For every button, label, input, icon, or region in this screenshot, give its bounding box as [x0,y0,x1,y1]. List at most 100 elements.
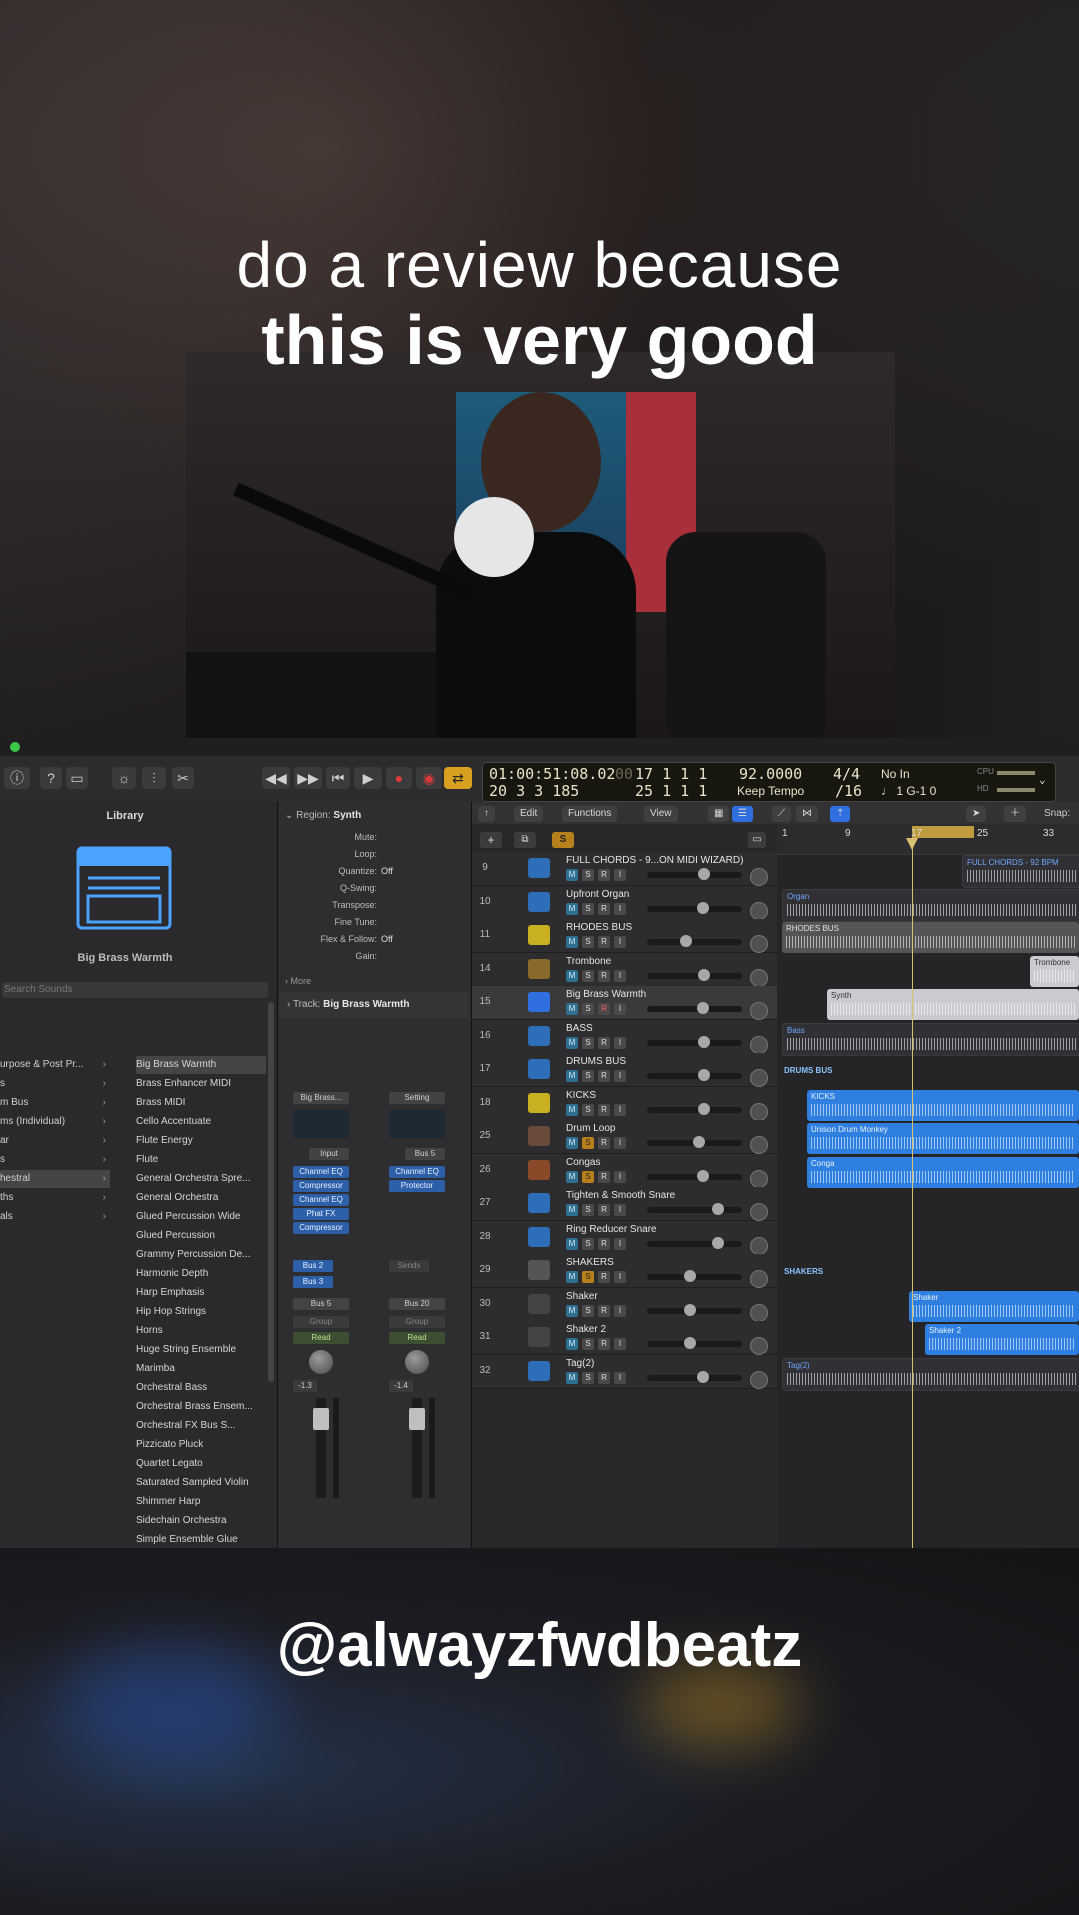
solo-button[interactable]: S [582,1237,594,1250]
record-enable-button[interactable]: R [598,1036,610,1049]
library-patch-item[interactable]: Cello Accentuate [136,1113,266,1131]
input-monitor-button[interactable]: I [614,1103,626,1116]
volume-fader[interactable] [313,1408,329,1430]
mute-button[interactable]: M [566,1237,578,1250]
inspector-row[interactable]: Fine Tune: [279,917,469,933]
track-header-row[interactable]: 18 KICKS M S R I [472,1086,777,1121]
mute-button[interactable]: M [566,936,578,948]
library-patch-item[interactable]: Simple Ensemble Glue [136,1531,266,1548]
arrange-region[interactable]: Shaker [909,1290,1079,1322]
functions-menu[interactable]: Functions [562,806,618,822]
track-pan-knob[interactable] [750,1236,768,1255]
track-name[interactable]: RHODES BUS [566,922,632,933]
duplicate-track-icon[interactable]: ⧉ [514,832,536,848]
track-name[interactable]: Tag(2) [566,1358,594,1369]
plugin-slot[interactable]: Channel EQ [293,1194,349,1206]
arrange-region[interactable]: RHODES BUS [782,922,1079,953]
playhead[interactable] [912,844,913,1548]
solo-button[interactable]: S [582,1070,594,1082]
grid-view-icon[interactable]: ▦ [708,806,730,822]
track-icon[interactable] [528,1293,550,1314]
mute-button[interactable]: M [566,1137,578,1149]
library-patch-item[interactable]: Brass Enhancer MIDI [136,1075,266,1093]
solo-button[interactable]: S [582,1338,594,1350]
view-menu[interactable]: View [644,806,678,822]
track-name[interactable]: Drum Loop [566,1123,615,1134]
flex-icon[interactable]: ⋈ [796,806,818,822]
capture-record-icon[interactable]: ◉ [416,767,442,789]
track-volume-slider[interactable] [647,1236,742,1249]
track-header-row[interactable]: 25 Drum Loop M S R I [472,1120,777,1154]
track-icon[interactable] [528,925,550,945]
setting-button[interactable]: Setting [389,1092,445,1104]
pointer-tool-icon[interactable]: ➤ [966,806,987,822]
library-category[interactable]: hestral › [0,1170,110,1188]
inspector-row[interactable]: Gain: [279,951,469,967]
mute-button[interactable]: M [566,1036,578,1049]
input-monitor-button[interactable]: I [614,936,626,948]
track-name[interactable]: Trombone [566,956,611,967]
input-monitor-button[interactable]: I [614,869,626,881]
lcd-display[interactable]: 01:00:51:08.02 00 17 1 1 1 20 3 3 185 25… [482,762,1056,802]
automation-mode[interactable]: Read [389,1332,445,1344]
track-icon[interactable] [528,958,550,979]
library-patch-item[interactable]: Harmonic Depth [136,1265,266,1283]
bar-ruler[interactable]: 1 9 17 25 33 [777,824,1079,855]
track-volume-slider[interactable] [647,1002,742,1014]
help-icon[interactable]: ? [40,767,62,789]
mute-button[interactable]: M [566,1271,578,1283]
track-volume-knob[interactable] [684,1270,696,1282]
library-patch-item[interactable]: Flute Energy [136,1132,266,1150]
track-name[interactable]: FULL CHORDS - 9...ON MIDI WIZARD) [566,855,743,866]
send-bus-3[interactable]: Bus 3 [293,1276,333,1288]
record-enable-button[interactable]: R [598,1271,610,1283]
library-category[interactable]: s › [0,1075,110,1093]
track-pan-knob[interactable] [750,1069,768,1087]
global-solo-button[interactable]: S [552,832,574,848]
track-volume-knob[interactable] [698,1102,710,1115]
arrange-region[interactable]: Trombone [1030,955,1079,987]
library-patch-item[interactable]: Sidechain Orchestra [136,1512,266,1530]
editor-icon[interactable]: ▭ [66,767,88,789]
solo-button[interactable]: S [582,1137,594,1149]
track-volume-slider[interactable] [647,1069,742,1081]
input-monitor-button[interactable]: I [614,1338,626,1350]
track-pan-knob[interactable] [750,868,768,886]
add-track-button[interactable]: + [480,832,502,848]
track-icon[interactable] [528,1059,550,1079]
mute-button[interactable]: M [566,969,578,982]
pan-knob[interactable] [309,1350,333,1374]
library-patch-item[interactable]: Pizzicato Pluck [136,1436,266,1454]
compressor-thumbnail[interactable] [389,1110,445,1138]
track-header-row[interactable]: 16 BASS M S R I [472,1019,777,1054]
record-enable-button[interactable]: R [598,1137,610,1149]
library-patch-item[interactable]: Shimmer Harp [136,1493,266,1511]
brightness-icon[interactable]: ☼ [112,767,136,789]
track-volume-slider[interactable] [647,901,742,914]
input-monitor-button[interactable]: I [614,1304,626,1317]
track-name[interactable]: Shaker 2 [566,1324,606,1335]
library-patch-item[interactable]: Brass MIDI [136,1094,266,1112]
track-icon[interactable] [528,1126,550,1146]
track-pan-knob[interactable] [750,1337,768,1355]
track-name[interactable]: Congas [566,1157,600,1168]
record-enable-button[interactable]: R [598,936,610,948]
input-slot[interactable]: Bus 5 [405,1148,445,1160]
plugin-slot[interactable]: Protector [389,1180,445,1192]
track-pan-knob[interactable] [750,1370,768,1389]
record-enable-button[interactable]: R [598,1103,610,1116]
arrange-region[interactable]: Synth [827,989,1079,1020]
track-volume-knob[interactable] [712,1203,724,1215]
track-name[interactable]: Shaker [566,1291,598,1302]
solo-button[interactable]: S [582,969,594,982]
input-monitor-button[interactable]: I [614,902,626,915]
track-pan-knob[interactable] [750,935,768,953]
arrange-region[interactable]: Tag(2) [782,1357,1079,1391]
track-volume-slider[interactable] [647,1303,742,1316]
library-patch-item[interactable]: Big Brass Warmth [136,1056,266,1074]
track-header-row[interactable]: 30 Shaker M S R I [472,1287,777,1322]
library-patch-item[interactable]: General Orchestra [136,1189,266,1207]
library-patch-item[interactable]: Horns [136,1322,266,1340]
mute-button[interactable]: M [566,1170,578,1183]
track-volume-knob[interactable] [697,1370,709,1383]
